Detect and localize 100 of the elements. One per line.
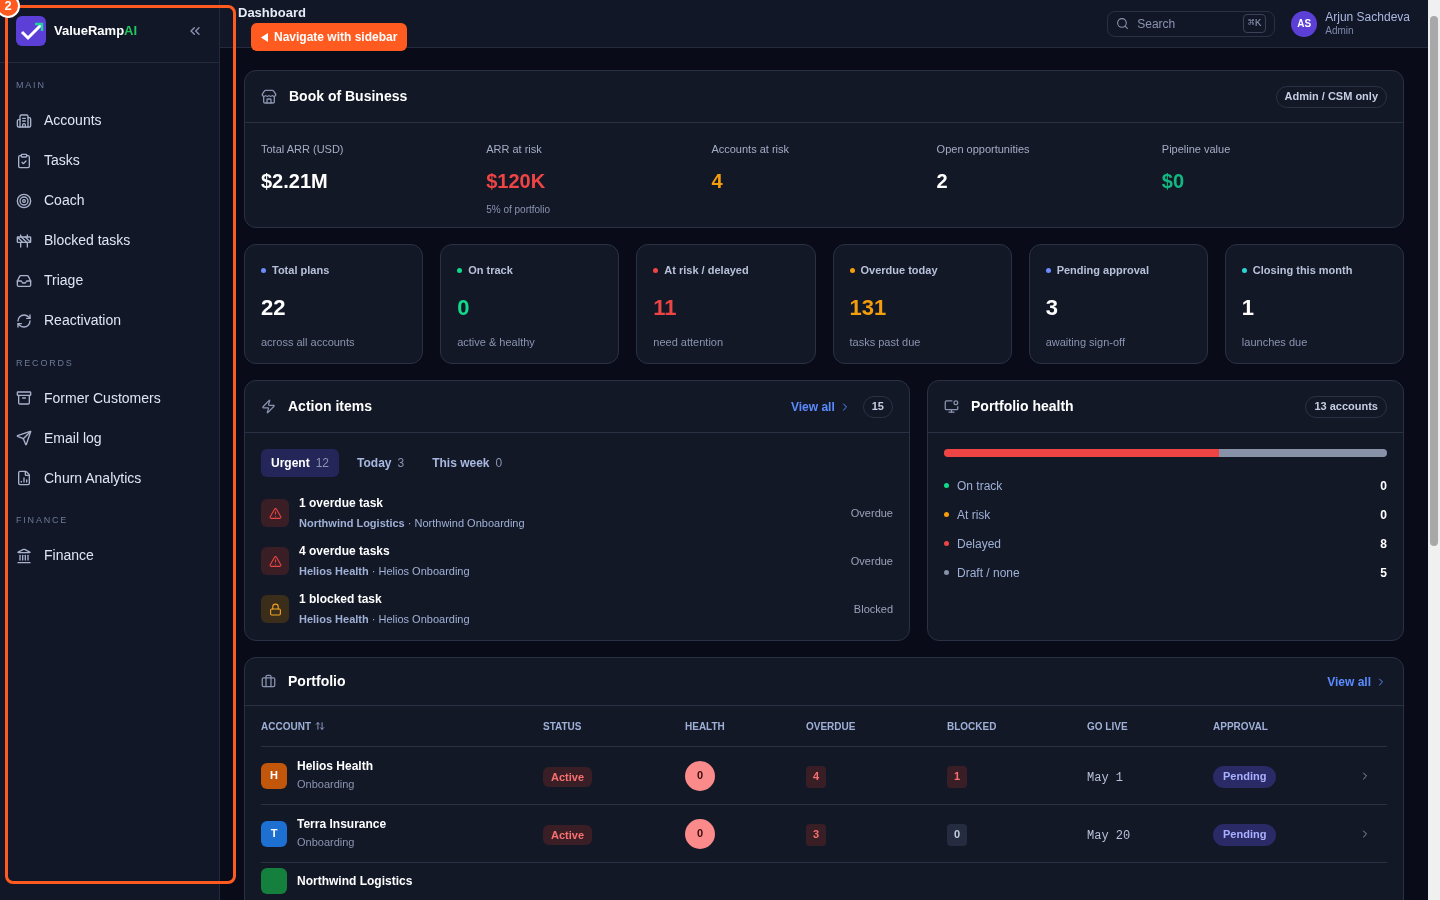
warning-icon bbox=[261, 499, 289, 527]
refresh-icon bbox=[16, 312, 32, 329]
status-badge: Active bbox=[543, 824, 593, 845]
legend-label: At risk bbox=[957, 506, 991, 524]
section-title: RECORDS bbox=[16, 356, 75, 370]
archive-icon bbox=[16, 390, 32, 406]
stat-note: tasks past due bbox=[849, 334, 922, 350]
column-header: OVERDUE bbox=[806, 719, 856, 734]
item-context: Northwind Logistics · Northwind Onboarding bbox=[299, 516, 525, 532]
item-status: Overdue bbox=[850, 553, 893, 569]
account-name[interactable]: Northwind Logistics bbox=[297, 874, 413, 888]
item-status: Blocked bbox=[853, 601, 893, 617]
account-avatar: H bbox=[261, 762, 287, 789]
stat-value: 0 bbox=[457, 293, 471, 322]
sort-icon[interactable] bbox=[315, 721, 325, 731]
search-icon bbox=[1116, 17, 1130, 30]
column-header: HEALTH bbox=[685, 719, 725, 734]
stat-value: 11 bbox=[653, 293, 678, 322]
sidebar-item[interactable]: Tasks bbox=[16, 140, 203, 181]
sidebar-item[interactable]: Reactivation bbox=[16, 300, 203, 341]
overdue-count: 4 bbox=[806, 765, 827, 788]
legend-label: Draft / none bbox=[957, 564, 1020, 582]
column-header[interactable]: ACCOUNT bbox=[261, 718, 311, 734]
account-name[interactable]: Terra Insurance bbox=[297, 816, 387, 831]
blocked-count: 1 bbox=[947, 765, 968, 788]
target-icon bbox=[16, 192, 32, 209]
sidebar-item[interactable]: Triage bbox=[16, 260, 203, 301]
filter-tab[interactable]: This week 0 bbox=[422, 449, 513, 477]
bank-icon bbox=[16, 547, 32, 564]
briefcase-icon bbox=[261, 674, 276, 689]
sidebar-item[interactable]: Email log bbox=[16, 418, 203, 458]
monitor-icon bbox=[944, 399, 959, 414]
user-role: Admin bbox=[1325, 24, 1355, 38]
stat-label: At risk / delayed bbox=[664, 263, 749, 278]
sidebar-item[interactable]: Blocked tasks bbox=[16, 220, 203, 261]
account-stage: Onboarding bbox=[297, 776, 356, 792]
account-name[interactable]: Helios Health bbox=[297, 758, 374, 773]
column-header: APPROVAL bbox=[1213, 719, 1268, 734]
pointer-icon bbox=[261, 32, 268, 42]
metric-note: 5% of portfolio bbox=[486, 202, 552, 217]
view-all-link[interactable]: View all bbox=[1327, 672, 1387, 691]
sidebar-item[interactable]: Finance bbox=[16, 535, 203, 576]
legend-value: 5 bbox=[1380, 564, 1387, 582]
sidebar-item[interactable]: Coach bbox=[16, 180, 203, 221]
stat-label: Pending approval bbox=[1056, 263, 1149, 278]
stat-label: Closing this month bbox=[1252, 263, 1353, 278]
approval-badge: Pending bbox=[1213, 823, 1277, 846]
sidebar-item[interactable]: Churn Analytics bbox=[16, 458, 203, 498]
view-all-link[interactable]: View all bbox=[790, 397, 851, 416]
lightning-icon bbox=[261, 399, 276, 414]
search-input[interactable]: Search bbox=[1137, 14, 1228, 33]
card-title: Portfolio bbox=[288, 672, 346, 691]
card-title: Portfolio health bbox=[971, 397, 1074, 416]
filter-tab[interactable]: Urgent 12 bbox=[261, 449, 340, 477]
metric-value: $120K bbox=[486, 168, 547, 194]
item-context: Helios Health · Helios Onboarding bbox=[299, 564, 470, 580]
metric-value: $0 bbox=[1161, 168, 1186, 194]
logo-icon bbox=[16, 16, 46, 46]
send-icon bbox=[16, 430, 32, 446]
item-title: 1 overdue task bbox=[299, 495, 385, 513]
sidebar-item[interactable]: Accounts bbox=[16, 100, 203, 141]
shortcut-key: ⌘K bbox=[1243, 14, 1267, 33]
go-live-date: May 1 bbox=[1087, 770, 1123, 785]
brand-name: ValueRampAI bbox=[54, 22, 138, 41]
sidebar-item[interactable]: Former Customers bbox=[16, 378, 203, 418]
column-header: BLOCKED bbox=[947, 719, 997, 734]
tooltip-text: Navigate with sidebar bbox=[274, 29, 398, 46]
approval-badge: Pending bbox=[1213, 765, 1277, 788]
metric-label: Open opportunities bbox=[936, 142, 1031, 157]
column-header: STATUS bbox=[543, 719, 582, 734]
health-score: 0 bbox=[685, 818, 715, 849]
stat-label: On track bbox=[468, 263, 513, 278]
user-name: Arjun Sachdeva bbox=[1325, 9, 1410, 25]
metric-label: Accounts at risk bbox=[711, 142, 791, 157]
user-avatar[interactable]: AS bbox=[1291, 10, 1318, 37]
barrier-icon bbox=[16, 232, 32, 249]
stat-value: 3 bbox=[1045, 293, 1059, 322]
stat-note: awaiting sign-off bbox=[1045, 334, 1126, 350]
account-avatar: T bbox=[261, 820, 287, 847]
warning-icon bbox=[261, 547, 289, 575]
stat-value: 131 bbox=[849, 293, 888, 322]
filter-tab[interactable]: Today 3 bbox=[347, 449, 415, 477]
metric-value: 2 bbox=[936, 168, 949, 194]
item-title: 1 blocked task bbox=[299, 591, 383, 609]
card-title: Action items bbox=[288, 397, 372, 416]
metric-label: Total ARR (USD) bbox=[261, 142, 345, 157]
metric-label: Pipeline value bbox=[1161, 142, 1232, 157]
health-score: 0 bbox=[685, 760, 715, 791]
status-badge: Active bbox=[543, 766, 593, 787]
store-icon bbox=[261, 88, 277, 105]
scrollbar[interactable] bbox=[1428, 0, 1440, 900]
search-field[interactable]: Search ⌘K bbox=[1107, 10, 1276, 37]
stat-value: 1 bbox=[1241, 293, 1256, 322]
go-live-date: May 20 bbox=[1087, 828, 1131, 843]
column-header: GO LIVE bbox=[1087, 719, 1128, 734]
stat-note: across all accounts bbox=[261, 334, 356, 350]
legend-value: 8 bbox=[1380, 535, 1387, 553]
step-badge: 2 bbox=[0, 0, 20, 18]
item-status: Overdue bbox=[850, 505, 893, 521]
legend-label: On track bbox=[957, 477, 1003, 495]
